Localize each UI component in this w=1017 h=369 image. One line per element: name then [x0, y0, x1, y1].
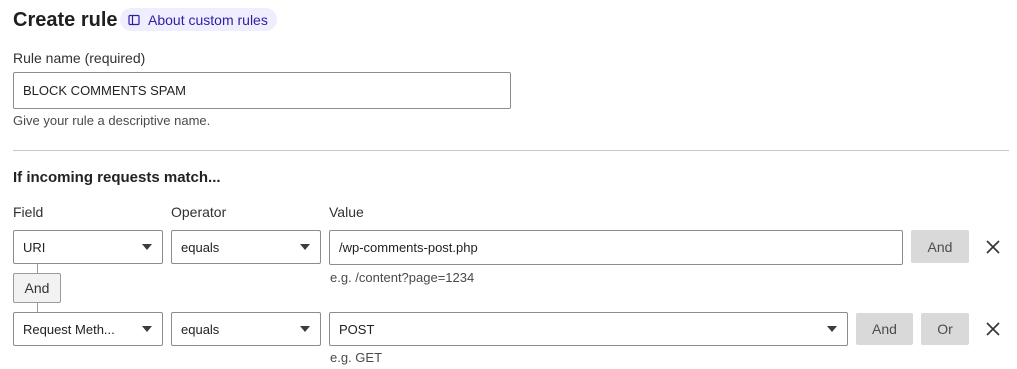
chevron-down-icon	[142, 326, 152, 332]
value-hint-2: e.g. GET	[330, 350, 383, 365]
or-button-2[interactable]: Or	[921, 313, 969, 345]
and-connector: And	[13, 273, 61, 303]
operator-select-value: equals	[181, 321, 220, 337]
match-heading: If incoming requests match...	[13, 169, 221, 186]
value-column-header: Value	[329, 204, 364, 220]
remove-condition-button-1[interactable]	[985, 239, 1001, 255]
about-custom-rules-link[interactable]: About custom rules	[120, 8, 277, 31]
rule-name-help: Give your rule a descriptive name.	[13, 113, 211, 128]
field-select-value: URI	[23, 239, 46, 255]
rule-name-value: BLOCK COMMENTS SPAM	[23, 83, 187, 98]
connector-line	[37, 264, 38, 273]
value-hint-1: e.g. /content?page=1234	[330, 270, 475, 285]
operator-select-1[interactable]: equals	[171, 230, 321, 264]
about-link-label: About custom rules	[148, 11, 268, 28]
connector-line	[37, 303, 38, 312]
value-input-text: /wp-comments-post.php	[339, 240, 478, 255]
close-icon	[986, 322, 1000, 336]
book-icon	[128, 14, 140, 26]
divider	[13, 150, 1009, 151]
field-select-2[interactable]: Request Meth...	[13, 312, 163, 346]
close-icon	[986, 240, 1000, 254]
value-select-text: POST	[339, 321, 375, 337]
and-button-1[interactable]: And	[911, 230, 969, 263]
chevron-down-icon	[142, 244, 152, 250]
operator-column-header: Operator	[171, 204, 227, 220]
value-input-1[interactable]: /wp-comments-post.php	[329, 230, 903, 265]
page-title: Create rule	[13, 9, 118, 31]
rule-name-label: Rule name (required)	[13, 50, 146, 66]
chevron-down-icon	[300, 244, 310, 250]
and-button-2[interactable]: And	[856, 313, 913, 345]
rule-name-input[interactable]: BLOCK COMMENTS SPAM	[13, 72, 511, 109]
field-select-value: Request Meth...	[23, 321, 115, 337]
operator-select-value: equals	[181, 239, 220, 255]
field-column-header: Field	[13, 204, 44, 220]
operator-select-2[interactable]: equals	[171, 312, 321, 346]
value-select-2[interactable]: POST	[329, 312, 848, 346]
chevron-down-icon	[827, 326, 837, 332]
field-select-1[interactable]: URI	[13, 230, 163, 264]
remove-condition-button-2[interactable]	[985, 321, 1001, 337]
chevron-down-icon	[300, 326, 310, 332]
